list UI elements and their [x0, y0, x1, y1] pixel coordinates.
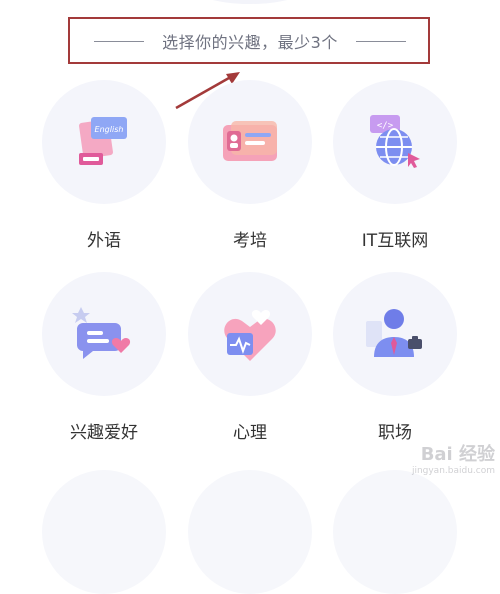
- interest-tile-partial[interactable]: [188, 470, 312, 594]
- interest-label-hobbies: 兴趣爱好: [70, 423, 138, 443]
- baidu-jingyan-watermark: Bai 经验 jingyan.baidu.com: [385, 440, 495, 495]
- interest-tile-exam-training[interactable]: [188, 80, 312, 204]
- interest-tile-partial-top[interactable]: [185, 0, 315, 4]
- interest-label-psychology: 心理: [233, 423, 267, 443]
- watermark-subtext: jingyan.baidu.com: [411, 466, 495, 476]
- interest-tile-language[interactable]: English: [42, 80, 166, 204]
- interest-tile-hobbies[interactable]: [42, 272, 166, 396]
- chat-heart-icon: [72, 307, 131, 359]
- interest-prompt-title: 选择你的兴趣，最少3个: [162, 33, 338, 52]
- interest-tile-partial[interactable]: [42, 470, 166, 594]
- svg-text:English: English: [95, 125, 124, 134]
- interest-prompt-header: 选择你的兴趣，最少3个: [72, 20, 428, 62]
- header-divider-left: [94, 40, 145, 42]
- language-cards-icon: English: [79, 117, 127, 165]
- header-divider-right: [355, 40, 406, 42]
- interest-label-language: 外语: [87, 231, 121, 251]
- id-card-icon: [223, 121, 277, 161]
- interest-tile-psychology[interactable]: [188, 272, 312, 396]
- interest-tile-career[interactable]: [333, 272, 457, 396]
- businessman-icon: [366, 309, 422, 357]
- interest-label-it-internet: IT互联网: [361, 231, 429, 251]
- code-globe-icon: </>: [370, 115, 420, 168]
- watermark-text: Bai 经验: [420, 444, 495, 465]
- interest-label-exam-training: 考培: [233, 231, 267, 251]
- interest-tile-it-internet[interactable]: </>: [333, 80, 457, 204]
- heart-pulse-icon: [224, 310, 276, 361]
